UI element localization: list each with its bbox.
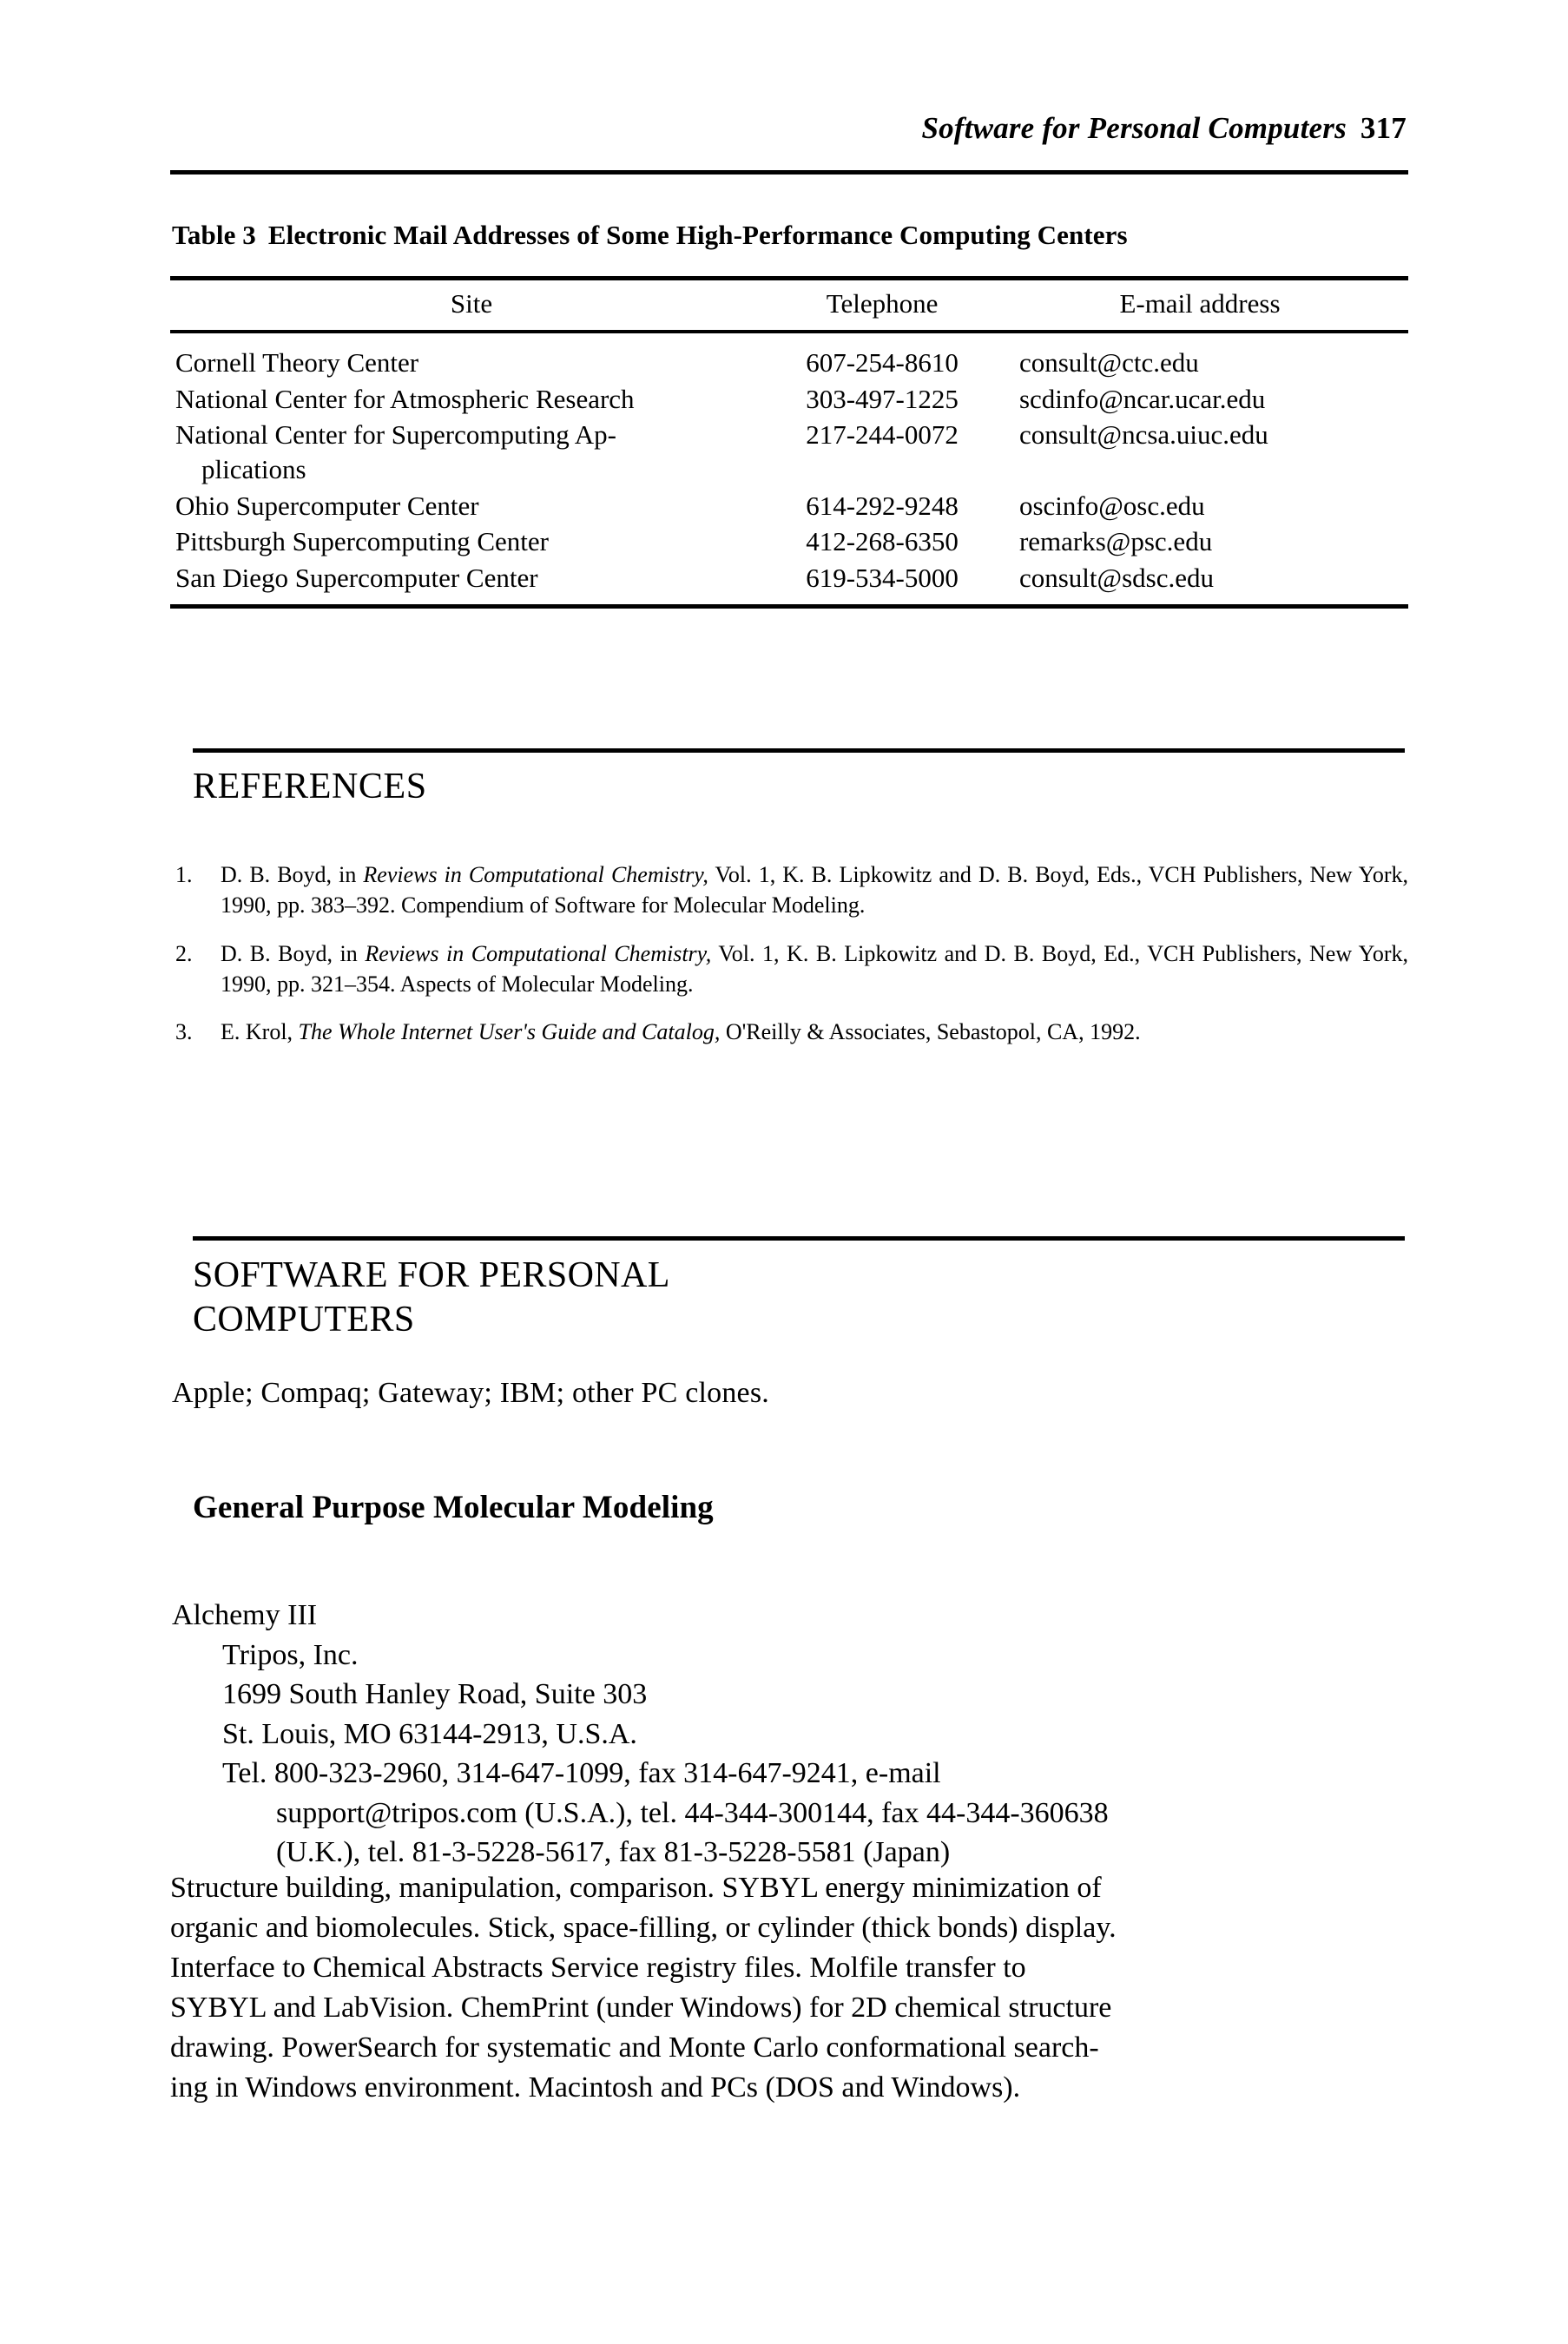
reference-part-authors: D. B. Boyd, in <box>221 940 366 966</box>
reference-item: 2. D. B. Boyd, in Reviews in Computation… <box>170 938 1408 1000</box>
entry-company: Tripos, Inc. <box>222 1638 359 1671</box>
software-entry-address: Alchemy III Tripos, Inc. 1699 South Hanl… <box>170 1596 1412 1873</box>
description-line-text: Structure building, manipulation, compar… <box>170 1872 1102 1904</box>
running-head-title: Software for Personal Computers <box>921 111 1347 145</box>
cell-site: Ohio Supercomputer Center <box>170 488 773 524</box>
cell-email: consult@ctc.edu <box>1018 347 1199 378</box>
reference-number: 3. <box>175 1019 193 1045</box>
software-entry-description: Structure building, manipulation, compar… <box>170 1868 1412 2108</box>
cell-site: San Diego Supercomputer Center <box>170 560 773 606</box>
description-line-text: ing in Windows environment. Macintosh an… <box>170 2071 1021 2104</box>
cell-site: National Center for Supercomputing Ap-pl… <box>170 417 773 487</box>
entry-city: St. Louis, MO 63144-2913, U.S.A. <box>222 1717 637 1750</box>
cell-telephone: 303-497-1225 <box>806 383 959 414</box>
reference-text: D. B. Boyd, in Reviews in Computational … <box>221 938 1408 1000</box>
site-text-continuation: plications <box>201 454 306 485</box>
description-line: SYBYL and LabVision. ChemPrint (under Wi… <box>170 1988 1412 2028</box>
cell-email: oscinfo@osc.edu <box>1018 490 1205 521</box>
reference-part-details: O'Reilly & Associates, Sebastopol, CA, 1… <box>720 1019 1141 1045</box>
description-line: Structure building, manipulation, compar… <box>170 1868 1412 1908</box>
reference-text: D. B. Boyd, in Reviews in Computational … <box>221 859 1408 921</box>
running-head: Software for Personal Computers 317 <box>174 111 1407 146</box>
section-rule <box>193 1236 1405 1241</box>
document-page: Software for Personal Computers 317 Table… <box>0 0 1568 2344</box>
references-rule <box>193 748 1405 753</box>
table-row: San Diego Supercomputer Center 619-534-5… <box>170 560 1408 606</box>
description-line-text: SYBYL and LabVision. ChemPrint (under Wi… <box>170 1992 1112 2025</box>
cell-telephone: 412-268-6350 <box>806 526 959 557</box>
header-rule <box>170 170 1408 174</box>
entry-product-name: Alchemy III <box>172 1599 318 1631</box>
section-heading: SOFTWARE FOR PERSONAL COMPUTERS <box>193 1254 670 1342</box>
site-text: San Diego Supercomputer Center <box>175 563 538 594</box>
cell-email: scdinfo@ncar.ucar.edu <box>1018 383 1266 414</box>
entry-contact-line-3: (U.K.), tel. 81-3-5228-5617, fax 81-3-52… <box>276 1836 951 1869</box>
entry-contact-line-1: Tel. 800-323-2960, 314-647-1099, fax 314… <box>222 1757 941 1790</box>
cell-site: National Center for Atmospheric Research <box>170 381 773 418</box>
table-row: Pittsburgh Supercomputing Center 412-268… <box>170 523 1408 560</box>
table-caption-text: Electronic Mail Addresses of Some High-P… <box>267 220 1128 250</box>
site-text: National Center for Supercomputing Ap- <box>175 419 616 451</box>
reference-item: 3. E. Krol, The Whole Internet User's Gu… <box>170 1017 1408 1047</box>
cell-telephone: 614-292-9248 <box>806 490 959 521</box>
platforms-line: Apple; Compaq; Gateway; IBM; other PC cl… <box>172 1377 769 1409</box>
cell-email: consult@ncsa.uiuc.edu <box>1018 419 1268 451</box>
description-line: Interface to Chemical Abstracts Service … <box>170 1948 1412 1988</box>
column-header-site: Site <box>450 288 493 319</box>
reference-title-italic: The Whole Internet User's Guide and Cata… <box>298 1019 721 1045</box>
table-row: National Center for Atmospheric Research… <box>170 381 1408 418</box>
table-header-row: Site Telephone E-mail address <box>170 278 1408 332</box>
description-line: organic and biomolecules. Stick, space-f… <box>170 1908 1412 1948</box>
entry-contact-line-2: support@tripos.com (U.S.A.), tel. 44-344… <box>276 1796 1109 1829</box>
description-line-text: Interface to Chemical Abstracts Service … <box>170 1952 1026 1985</box>
section-heading-line2: COMPUTERS <box>193 1300 415 1340</box>
reference-number: 1. <box>175 862 193 887</box>
site-text: Pittsburgh Supercomputing Center <box>175 526 549 557</box>
table-caption-number: Table 3 <box>172 220 256 250</box>
table-row: National Center for Supercomputing Ap-pl… <box>170 417 1408 487</box>
cell-site: Pittsburgh Supercomputing Center <box>170 523 773 560</box>
reference-part-authors: D. B. Boyd, in <box>221 862 364 887</box>
reference-number: 2. <box>175 940 193 966</box>
reference-text: E. Krol, The Whole Internet User's Guide… <box>221 1017 1408 1047</box>
site-text: Cornell Theory Center <box>175 347 419 378</box>
reference-part-authors: E. Krol, <box>221 1019 299 1045</box>
references-list: 1. D. B. Boyd, in Reviews in Computation… <box>170 859 1408 1065</box>
entry-street: 1699 South Hanley Road, Suite 303 <box>222 1678 648 1711</box>
page-number: 317 <box>1360 111 1407 145</box>
table-body: Cornell Theory Center 607-254-8610 consu… <box>170 332 1408 607</box>
column-header-telephone: Telephone <box>826 288 939 319</box>
cell-telephone: 619-534-5000 <box>806 563 959 594</box>
description-line-text: organic and biomolecules. Stick, space-f… <box>170 1912 1117 1945</box>
subsection-heading: General Purpose Molecular Modeling <box>193 1490 714 1525</box>
table-caption: Table 3 Electronic Mail Addresses of Some… <box>172 220 1128 251</box>
section-heading-line1: SOFTWARE FOR PERSONAL <box>193 1255 670 1295</box>
reference-title-italic: Reviews in Computational Chemistry, <box>365 940 712 966</box>
cell-site: Cornell Theory Center <box>170 332 773 381</box>
site-text: National Center for Atmospheric Research <box>175 383 635 414</box>
cell-telephone: 217-244-0072 <box>806 419 959 451</box>
description-line: drawing. PowerSearch for systematic and … <box>170 2028 1412 2068</box>
description-line: ing in Windows environment. Macintosh an… <box>170 2068 1412 2108</box>
cell-email: remarks@psc.edu <box>1018 526 1213 557</box>
column-header-email: E-mail address <box>1119 288 1281 319</box>
cell-email: consult@sdsc.edu <box>1018 563 1214 594</box>
description-line-text: drawing. PowerSearch for systematic and … <box>170 2031 1099 2064</box>
email-addresses-table: Site Telephone E-mail address Cornell Th… <box>170 276 1408 609</box>
site-text: Ohio Supercomputer Center <box>175 490 479 521</box>
references-heading: REFERENCES <box>193 767 427 807</box>
reference-title-italic: Reviews in Computational Chemistry, <box>363 862 708 887</box>
table-row: Ohio Supercomputer Center 614-292-9248 o… <box>170 488 1408 524</box>
table-row: Cornell Theory Center 607-254-8610 consu… <box>170 332 1408 381</box>
reference-item: 1. D. B. Boyd, in Reviews in Computation… <box>170 859 1408 921</box>
cell-telephone: 607-254-8610 <box>806 347 959 378</box>
